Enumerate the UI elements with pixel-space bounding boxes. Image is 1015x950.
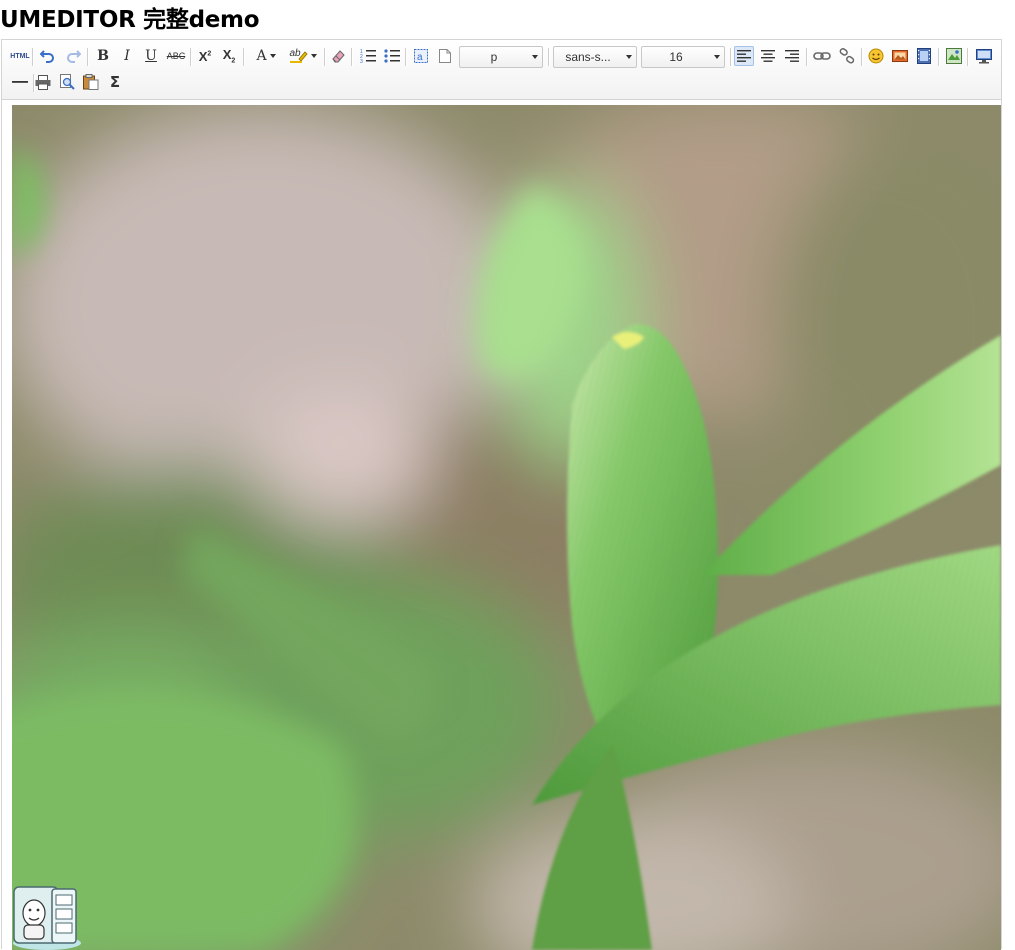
- preview-button[interactable]: [57, 72, 77, 92]
- link-button[interactable]: [812, 46, 832, 66]
- horizontal-rule-icon: [12, 81, 28, 83]
- page-title: UMEDITOR 完整demo: [0, 7, 260, 33]
- toolbar-separator: [730, 48, 732, 66]
- toolbar-separator: [190, 48, 192, 66]
- ordered-list-button[interactable]: 123: [358, 46, 378, 66]
- align-right-button[interactable]: [782, 46, 802, 66]
- paste-button[interactable]: [81, 72, 101, 92]
- rich-text-editor: HTML B I U ABC X2 X2 A ab 1 2 3 a p sans…: [1, 39, 1002, 950]
- horizontal-rule-button[interactable]: [10, 72, 30, 92]
- align-center-button[interactable]: [758, 46, 778, 66]
- redo-icon: [67, 50, 81, 63]
- toolbar-separator: [548, 48, 550, 66]
- align-left-icon: [737, 50, 751, 62]
- clear-document-button[interactable]: [435, 46, 455, 66]
- map-icon: [946, 48, 962, 64]
- paragraph-select-value: p: [490, 50, 498, 64]
- formula-icon: Σ: [109, 73, 121, 91]
- remove-format-button[interactable]: [328, 46, 348, 66]
- fullscreen-button[interactable]: [974, 46, 994, 66]
- strikethrough-icon: ABC: [166, 51, 186, 61]
- font-size-select[interactable]: 16: [641, 46, 725, 68]
- italic-icon: I: [124, 48, 130, 64]
- font-family-select-value: sans-s...: [565, 50, 611, 64]
- align-right-icon: [785, 50, 799, 62]
- font-family-select[interactable]: sans-s...: [553, 46, 637, 68]
- paragraph-select[interactable]: p: [459, 46, 543, 68]
- underline-button[interactable]: U: [141, 46, 161, 66]
- redo-button[interactable]: [63, 46, 83, 66]
- bold-button[interactable]: B: [93, 46, 113, 66]
- font-size-select-value: 16: [669, 50, 683, 64]
- editor-toolbar: HTML B I U ABC X2 X2 A ab 1 2 3 a p sans…: [2, 40, 1001, 100]
- paste-icon: [83, 74, 99, 90]
- clear-doc-icon: [439, 49, 451, 63]
- svg-text:a: a: [417, 52, 423, 63]
- undo-button[interactable]: [38, 46, 58, 66]
- chevron-down-icon: [626, 55, 632, 59]
- italic-button[interactable]: I: [117, 46, 137, 66]
- underline-icon: U: [145, 48, 157, 64]
- svg-text:3: 3: [360, 59, 363, 64]
- chevron-down-icon: [310, 54, 317, 58]
- unlink-icon: [839, 48, 855, 64]
- editor-content[interactable]: [12, 105, 1001, 950]
- emotion-icon: [868, 48, 884, 64]
- chevron-down-icon: [532, 55, 538, 59]
- toolbar-separator: [32, 48, 34, 66]
- font-color-icon: A: [256, 48, 267, 64]
- source-icon: HTML: [10, 52, 30, 60]
- chevron-down-icon: [714, 55, 720, 59]
- superscript-button[interactable]: X2: [195, 46, 215, 66]
- print-icon: [35, 74, 51, 90]
- unordered-list-button[interactable]: [382, 46, 402, 66]
- eraser-icon: [332, 50, 345, 63]
- toolbar-separator: [243, 48, 245, 66]
- font-color-button[interactable]: A: [251, 46, 281, 66]
- toolbar-separator: [806, 48, 808, 66]
- toolbar-separator: [405, 48, 407, 66]
- fullscreen-icon: [976, 48, 992, 63]
- unlink-button[interactable]: [837, 46, 857, 66]
- video-icon: [917, 48, 931, 64]
- chevron-down-icon: [269, 54, 276, 58]
- source-button[interactable]: HTML: [10, 46, 30, 66]
- undo-icon: [40, 50, 54, 63]
- insert-video-button[interactable]: [914, 46, 934, 66]
- print-button[interactable]: [33, 72, 53, 92]
- align-left-button[interactable]: [734, 46, 754, 66]
- toolbar-separator: [87, 48, 89, 66]
- image-icon: [892, 50, 908, 62]
- toolbar-separator: [324, 48, 326, 66]
- map-button[interactable]: [944, 46, 964, 66]
- toolbar-separator: [967, 48, 969, 66]
- toolbar-separator: [351, 48, 353, 66]
- preview-icon: [60, 74, 75, 90]
- superscript-icon: X2: [198, 48, 212, 64]
- leaf-photo: [12, 105, 1001, 950]
- formula-button[interactable]: Σ: [105, 72, 125, 92]
- strikethrough-button[interactable]: ABC: [164, 46, 188, 66]
- unordered-list-icon: [384, 49, 400, 63]
- insert-image-button[interactable]: [890, 46, 910, 66]
- subscript-button[interactable]: X2: [219, 46, 239, 66]
- background-color-button[interactable]: ab: [286, 46, 320, 66]
- bold-icon: B: [97, 48, 109, 64]
- background-color-icon: ab: [289, 48, 308, 63]
- select-all-icon: a: [414, 49, 428, 63]
- emotion-button[interactable]: [866, 46, 886, 66]
- mascot-sticker: [13, 886, 81, 950]
- subscript-icon: X2: [222, 47, 236, 65]
- link-icon: [813, 52, 831, 60]
- toolbar-separator: [861, 48, 863, 66]
- align-center-icon: [761, 50, 775, 62]
- toolbar-separator: [938, 48, 940, 66]
- ordered-list-icon: 123: [360, 49, 376, 64]
- select-all-button[interactable]: a: [411, 46, 431, 66]
